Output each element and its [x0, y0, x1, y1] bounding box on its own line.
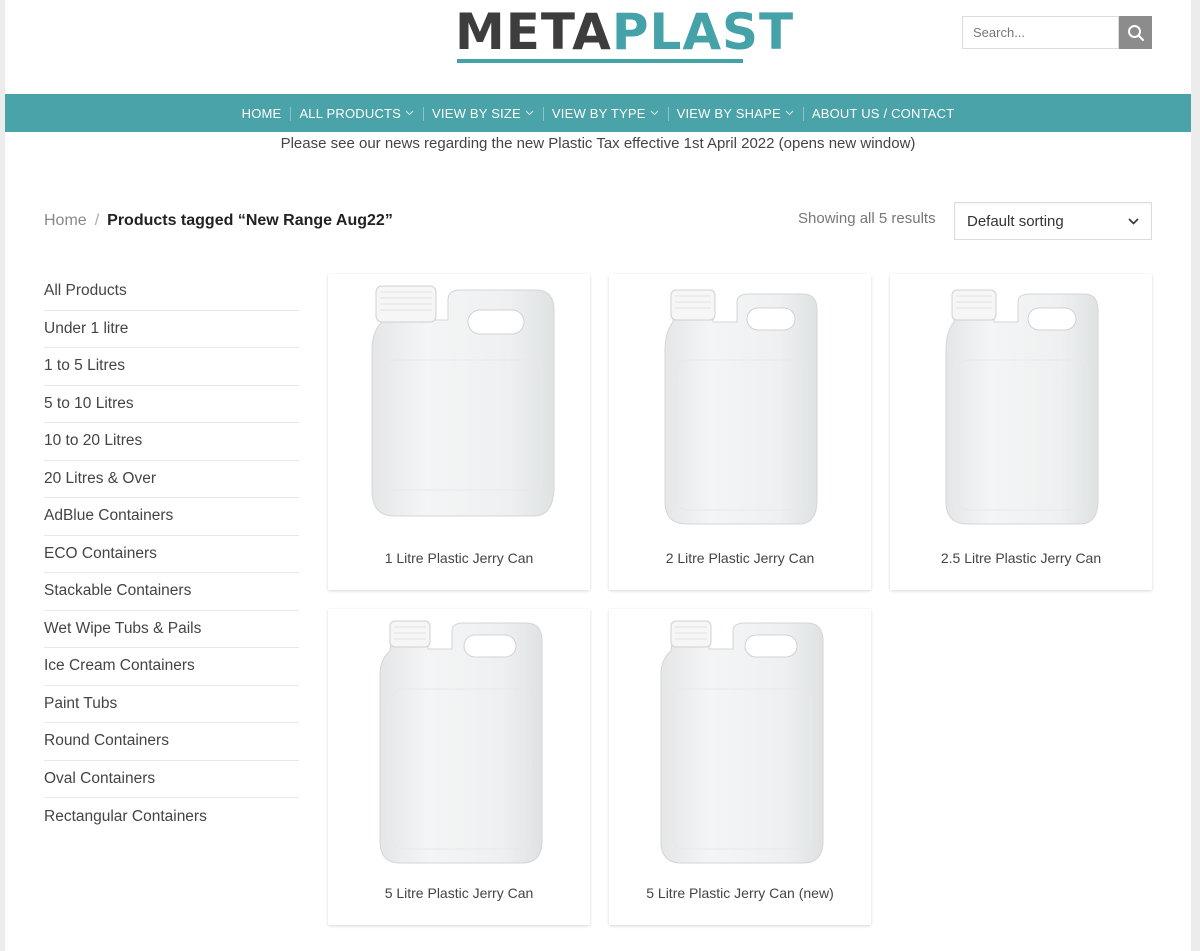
nav-item-label: ABOUT US / CONTACT — [811, 105, 955, 121]
product-image[interactable] — [609, 280, 871, 530]
sidebar-item-label: Rectangular Containers — [44, 807, 207, 825]
sidebar-item-oval-containers[interactable]: Oval Containers — [44, 761, 299, 798]
category-sidebar: All Products Under 1 litre 1 to 5 Litres… — [44, 273, 299, 836]
sort-select[interactable]: Default sorting — [954, 202, 1152, 240]
search-icon — [1127, 24, 1144, 41]
sidebar-item-label: All Products — [44, 282, 127, 300]
sidebar-item-round-containers[interactable]: Round Containers — [44, 723, 299, 761]
chevron-down-icon — [405, 110, 414, 116]
sidebar-item-label: Oval Containers — [44, 769, 156, 787]
sidebar-item-20-litres-over[interactable]: 20 Litres & Over — [44, 461, 299, 498]
nav-item-label: VIEW BY SHAPE — [676, 105, 781, 121]
jerry-can-image — [379, 620, 543, 864]
sidebar-item-10-to-20-litres[interactable]: 10 to 20 Litres — [44, 423, 299, 461]
logo-underline — [457, 59, 743, 63]
sidebar-item-label: 10 to 20 Litres — [44, 432, 143, 450]
product-card[interactable]: 2 Litre Plastic Jerry Can — [609, 274, 871, 590]
sidebar-item-wet-wipe-tubs[interactable]: Wet Wipe Tubs & Pails — [44, 611, 299, 648]
result-count: Showing all 5 results — [798, 210, 936, 227]
sidebar-item-1-to-5-litres[interactable]: 1 to 5 Litres — [44, 348, 299, 386]
breadcrumb-separator: / — [94, 212, 100, 229]
nav-item-label: HOME — [241, 105, 282, 121]
product-title[interactable]: 5 Litre Plastic Jerry Can — [328, 885, 590, 901]
sidebar-item-eco-containers[interactable]: ECO Containers — [44, 536, 299, 573]
chevron-down-icon — [525, 110, 534, 116]
site-header: METAPLAST — [5, 0, 1191, 94]
sidebar-item-ice-cream-containers[interactable]: Ice Cream Containers — [44, 648, 299, 686]
site-logo[interactable]: METAPLAST — [455, 3, 793, 64]
logo-text-meta: META — [455, 3, 612, 61]
nav-item-label: VIEW BY SIZE — [432, 105, 521, 121]
sidebar-item-label: 20 Litres & Over — [44, 469, 156, 487]
product-title[interactable]: 2 Litre Plastic Jerry Can — [609, 550, 871, 566]
sidebar-item-all-products[interactable]: All Products — [44, 273, 299, 311]
breadcrumb-current: Products tagged “New Range Aug22” — [107, 212, 393, 229]
sidebar-item-label: 5 to 10 Litres — [44, 394, 134, 412]
nav-item-about-contact[interactable]: ABOUT US / CONTACT — [802, 105, 964, 121]
product-title[interactable]: 2.5 Litre Plastic Jerry Can — [890, 550, 1152, 566]
sidebar-item-label: Ice Cream Containers — [44, 657, 195, 675]
nav-item-view-by-shape[interactable]: VIEW BY SHAPE — [667, 105, 803, 121]
jerry-can-image — [664, 289, 818, 525]
chevron-down-icon — [1128, 217, 1139, 225]
sidebar-item-label: Round Containers — [44, 732, 169, 750]
search-input[interactable] — [962, 16, 1119, 49]
product-image[interactable] — [609, 615, 871, 865]
breadcrumb-home-link[interactable]: Home — [44, 212, 87, 229]
breadcrumb: Home / Products tagged “New Range Aug22” — [44, 212, 393, 230]
product-card[interactable]: 5 Litre Plastic Jerry Can (new) — [609, 609, 871, 925]
sidebar-item-adblue-containers[interactable]: AdBlue Containers — [44, 498, 299, 536]
sidebar-item-label: Stackable Containers — [44, 582, 192, 600]
nav-item-all-products[interactable]: ALL PRODUCTS — [290, 106, 423, 121]
product-image[interactable] — [328, 280, 590, 530]
product-title[interactable]: 1 Litre Plastic Jerry Can — [328, 550, 590, 566]
search-button[interactable] — [1119, 16, 1152, 49]
sidebar-item-rectangular-containers[interactable]: Rectangular Containers — [44, 798, 299, 836]
sidebar-item-5-to-10-litres[interactable]: 5 to 10 Litres — [44, 386, 299, 423]
product-card[interactable]: 1 Litre Plastic Jerry Can — [328, 274, 590, 590]
search-form — [962, 16, 1152, 49]
sidebar-item-label: Wet Wipe Tubs & Pails — [44, 619, 202, 637]
sidebar-item-stackable-containers[interactable]: Stackable Containers — [44, 573, 299, 611]
chevron-down-icon — [650, 110, 658, 116]
product-image[interactable] — [890, 280, 1152, 530]
sidebar-item-label: Under 1 litre — [44, 319, 129, 337]
product-card[interactable]: 2.5 Litre Plastic Jerry Can — [890, 274, 1152, 590]
product-card[interactable]: 5 Litre Plastic Jerry Can — [328, 609, 590, 925]
jerry-can-image — [371, 285, 555, 517]
sort-selected-value: Default sorting — [967, 212, 1064, 230]
jerry-can-image — [660, 620, 824, 864]
product-title[interactable]: 5 Litre Plastic Jerry Can (new) — [609, 885, 871, 901]
nav-item-label: VIEW BY TYPE — [551, 105, 646, 121]
sidebar-item-label: 1 to 5 Litres — [44, 357, 125, 375]
page: METAPLAST HOME ALL PRODUCTS VIEW BY SIZE — [5, 0, 1191, 951]
nav-item-label: ALL PRODUCTS — [299, 105, 402, 121]
nav-item-home[interactable]: HOME — [233, 106, 291, 121]
sidebar-item-label: AdBlue Containers — [44, 507, 174, 525]
sidebar-item-paint-tubs[interactable]: Paint Tubs — [44, 686, 299, 723]
sidebar-item-label: Paint Tubs — [44, 694, 118, 712]
main-nav: HOME ALL PRODUCTS VIEW BY SIZE VIEW BY T… — [5, 94, 1191, 132]
jerry-can-image — [945, 289, 1099, 525]
chevron-down-icon — [785, 110, 794, 116]
plastic-tax-notice-link[interactable]: Please see our news regarding the new Pl… — [5, 135, 1191, 152]
nav-item-view-by-type[interactable]: VIEW BY TYPE — [542, 105, 668, 121]
sidebar-item-label: ECO Containers — [44, 544, 157, 562]
nav-item-view-by-size[interactable]: VIEW BY SIZE — [423, 106, 543, 121]
logo-text-plast: PLAST — [611, 3, 795, 61]
product-image[interactable] — [328, 615, 590, 865]
sidebar-item-under-1-litre[interactable]: Under 1 litre — [44, 311, 299, 348]
